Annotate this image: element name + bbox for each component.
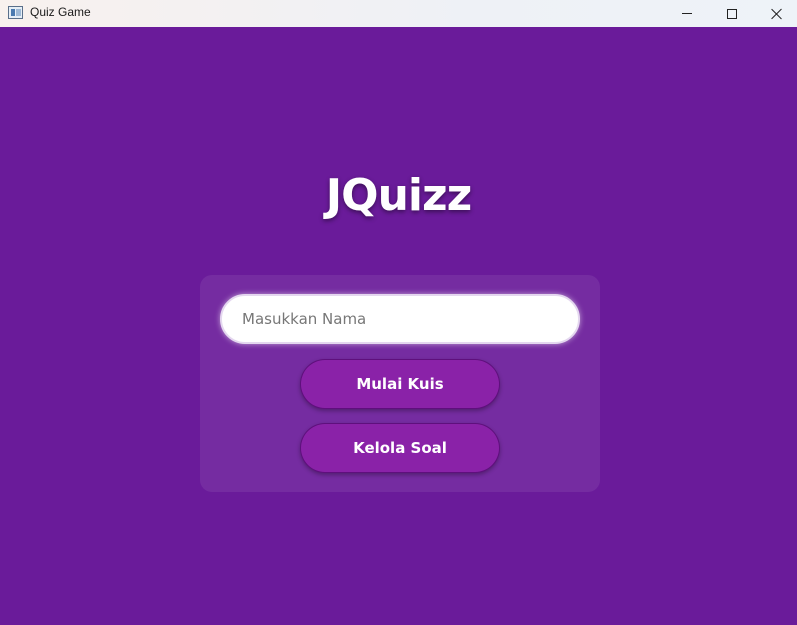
minimize-button[interactable]: [664, 0, 710, 27]
maximize-icon: [727, 8, 737, 19]
maximize-button[interactable]: [709, 0, 755, 27]
close-button[interactable]: [754, 0, 797, 27]
window-title: Quiz Game: [30, 5, 91, 19]
login-card: Mulai Kuis Kelola Soal: [200, 275, 600, 492]
close-icon: [771, 8, 783, 20]
app-title: JQuizz: [325, 170, 472, 221]
start-quiz-button[interactable]: Mulai Kuis: [300, 359, 500, 409]
name-input[interactable]: [220, 294, 580, 344]
app-icon: [8, 6, 23, 19]
manage-questions-button[interactable]: Kelola Soal: [300, 423, 500, 473]
title-bar: Quiz Game: [0, 0, 797, 27]
minimize-icon: [682, 13, 692, 14]
